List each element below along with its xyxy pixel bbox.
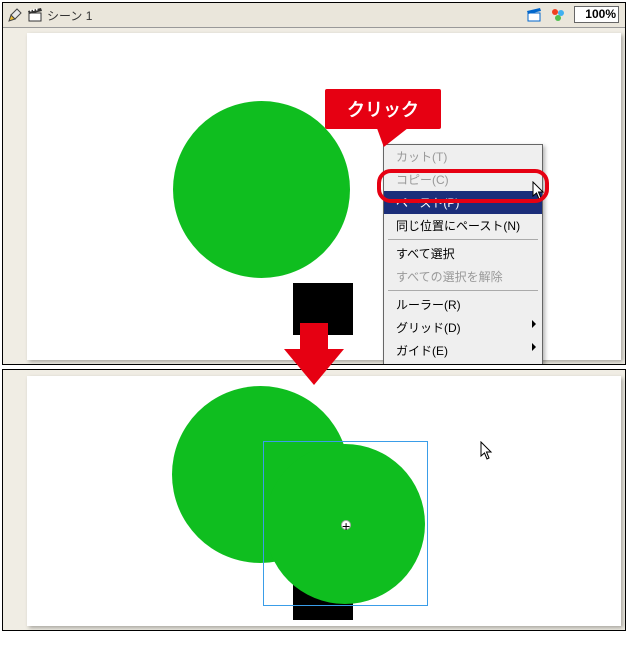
zoom-field[interactable]: 100% (574, 6, 619, 23)
ctx-item-4[interactable]: すべて選択 (384, 242, 542, 265)
ctx-item-2[interactable]: ペースト(P) (384, 191, 542, 214)
pencil-icon (7, 7, 23, 23)
ctx-item-9[interactable]: 吸着(S) (384, 362, 542, 365)
ctx-item-7[interactable]: グリッド(D) (384, 316, 542, 339)
after-panel: + (2, 369, 626, 631)
callout-label: クリック (325, 89, 441, 129)
ctx-item-5: すべての選択を解除 (384, 265, 542, 288)
edit-scene-icon[interactable] (526, 7, 542, 23)
ctx-item-8[interactable]: ガイド(E) (384, 339, 542, 362)
context-menu: カット(T)コピー(C)ペースト(P)同じ位置にペースト(N) すべて選択すべての… (383, 144, 543, 365)
ctx-item-1: コピー(C) (384, 168, 542, 191)
submenu-arrow-icon (532, 343, 536, 351)
edit-symbols-icon[interactable] (550, 7, 566, 23)
toolbar: シーン 1 100% (3, 3, 625, 28)
stage-after[interactable]: + (27, 376, 621, 626)
scene-icon (27, 7, 43, 23)
ctx-item-3[interactable]: 同じ位置にペースト(N) (384, 214, 542, 237)
down-arrow-icon (284, 349, 344, 385)
callout: クリック (325, 89, 441, 129)
ctx-item-0: カット(T) (384, 145, 542, 168)
anchor-icon: + (341, 520, 351, 530)
green-circle (173, 101, 350, 278)
submenu-arrow-icon (532, 320, 536, 328)
scene-label: シーン 1 (47, 7, 92, 24)
ctx-item-6[interactable]: ルーラー(R) (384, 293, 542, 316)
ctx-separator (388, 290, 538, 291)
before-panel: シーン 1 100% カット(T)コピー(C)ペースト(P)同じ位置にペースト(… (2, 2, 626, 365)
ctx-separator (388, 239, 538, 240)
